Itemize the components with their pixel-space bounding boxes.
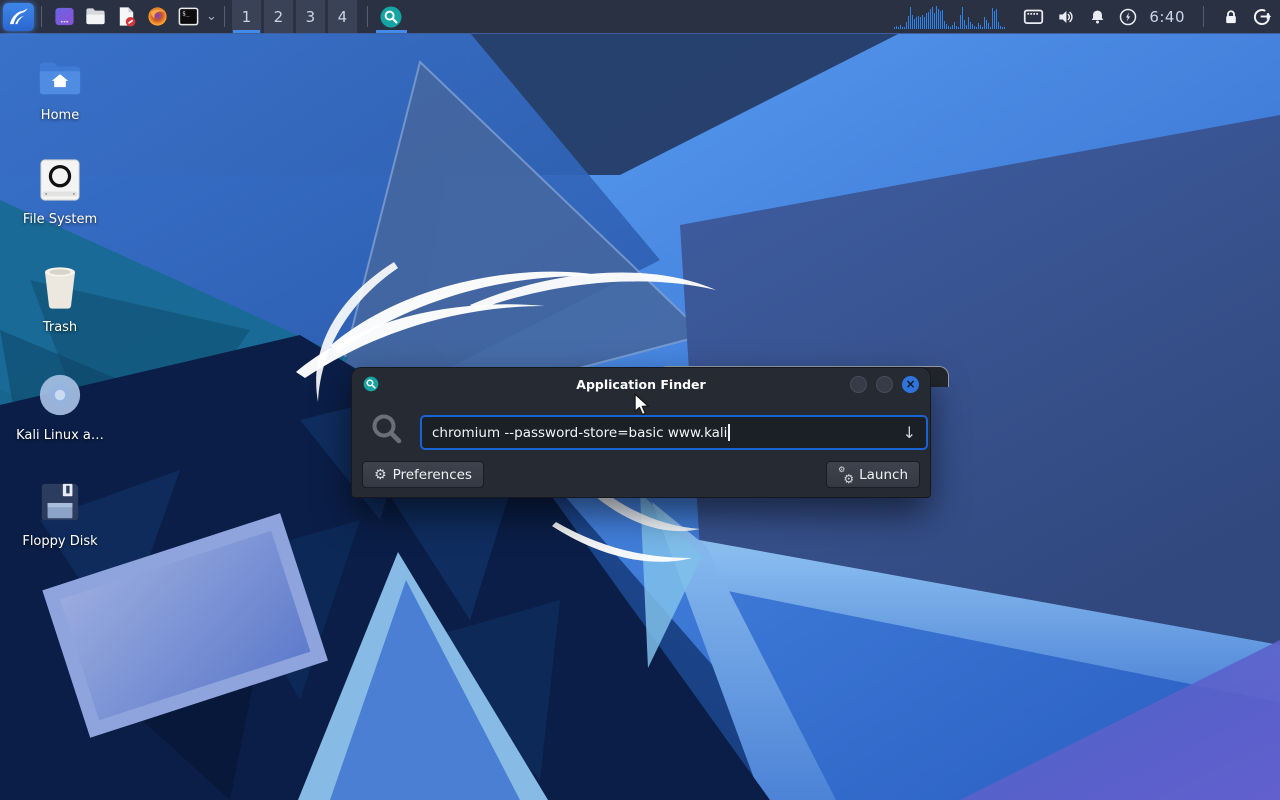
launch-icon: ⚙ ⚙ xyxy=(838,468,853,482)
desktop-icon-label: Trash xyxy=(12,321,108,335)
launcher-file-manager[interactable] xyxy=(80,1,111,32)
window-title: Application Finder xyxy=(352,377,930,392)
volume-icon[interactable] xyxy=(1055,7,1077,27)
hard-drive-icon xyxy=(37,158,83,202)
desktop-icon-label: Floppy Disk xyxy=(12,535,108,549)
close-icon: × xyxy=(905,378,915,390)
panel-separator xyxy=(367,6,368,27)
desktop-icon-label: File System xyxy=(12,213,108,227)
cd-disc-icon xyxy=(37,372,83,418)
terminal-icon: $_ xyxy=(177,5,200,28)
workspace-1[interactable]: 1 xyxy=(232,0,261,33)
panel-separator xyxy=(41,6,42,27)
panel-right-cluster: 6:40 xyxy=(894,4,1280,29)
firefox-icon xyxy=(146,5,169,28)
desktop-icon-file-system[interactable]: File System xyxy=(12,158,108,227)
dropdown-arrow-icon[interactable]: ↓ xyxy=(903,423,916,442)
home-folder-icon xyxy=(37,58,83,98)
application-finder-icon xyxy=(363,376,379,392)
cpu-graph[interactable] xyxy=(894,4,1012,29)
text-caret xyxy=(728,424,730,441)
launcher-text-editor[interactable] xyxy=(111,1,142,32)
maximize-button[interactable] xyxy=(876,376,893,393)
display-settings-icon[interactable] xyxy=(1023,8,1044,26)
desktop-icon-label: Home xyxy=(12,109,108,123)
applications-menu-button[interactable] xyxy=(3,3,34,31)
preferences-button-label: Preferences xyxy=(393,467,472,483)
desktop-icon-label: Kali Linux a… xyxy=(12,429,108,443)
kali-dragon-icon xyxy=(7,5,30,28)
folder-icon xyxy=(84,5,107,28)
logout-icon[interactable] xyxy=(1251,6,1272,27)
workspace-2[interactable]: 2 xyxy=(264,0,293,33)
minimize-button[interactable] xyxy=(850,376,867,393)
launcher-terminal[interactable]: $_ xyxy=(173,1,204,32)
search-query-text: chromium --password-store=basic www.kali xyxy=(432,425,727,441)
launch-button-label: Launch xyxy=(859,467,908,483)
gear-icon: ⚙ xyxy=(374,468,387,482)
desktop-screen: $_ ⌄ 1 2 3 4 xyxy=(0,0,1280,800)
desktop-icon-kali-cd[interactable]: Kali Linux a… xyxy=(12,372,108,443)
application-finder-icon xyxy=(379,5,403,29)
document-icon xyxy=(115,5,138,28)
purple-window-icon xyxy=(53,5,76,28)
notification-bell-icon[interactable] xyxy=(1088,7,1107,27)
taskbar-application-finder[interactable] xyxy=(375,0,408,33)
panel-separator xyxy=(1203,6,1204,27)
desktop-icon-home[interactable]: Home xyxy=(12,58,108,123)
clock[interactable]: 6:40 xyxy=(1149,8,1185,26)
lock-screen-icon[interactable] xyxy=(1222,7,1240,27)
application-finder-window: Application Finder × chromium --password… xyxy=(352,368,930,497)
terminal-dropdown-chevron-icon[interactable]: ⌄ xyxy=(206,9,217,24)
desktop-icon-floppy[interactable]: Floppy Disk xyxy=(12,480,108,549)
search-input[interactable]: chromium --password-store=basic www.kali… xyxy=(420,415,928,450)
workspace-4[interactable]: 4 xyxy=(328,0,357,33)
launch-button[interactable]: ⚙ ⚙ Launch xyxy=(826,461,920,488)
close-button[interactable]: × xyxy=(902,376,919,393)
panel-separator xyxy=(224,6,225,27)
trash-icon xyxy=(39,264,81,310)
floppy-disk-icon xyxy=(38,480,82,524)
power-manager-icon[interactable] xyxy=(1118,7,1138,27)
desktop-icon-trash[interactable]: Trash xyxy=(12,264,108,335)
mouse-cursor xyxy=(633,393,653,417)
preferences-button[interactable]: ⚙ Preferences xyxy=(362,461,484,488)
search-icon xyxy=(369,411,405,447)
launcher-firefox[interactable] xyxy=(142,1,173,32)
workspace-3[interactable]: 3 xyxy=(296,0,325,33)
svg-text:$_: $_ xyxy=(182,10,190,17)
top-panel: $_ ⌄ 1 2 3 4 xyxy=(0,0,1280,34)
launcher-window-app[interactable] xyxy=(49,1,80,32)
